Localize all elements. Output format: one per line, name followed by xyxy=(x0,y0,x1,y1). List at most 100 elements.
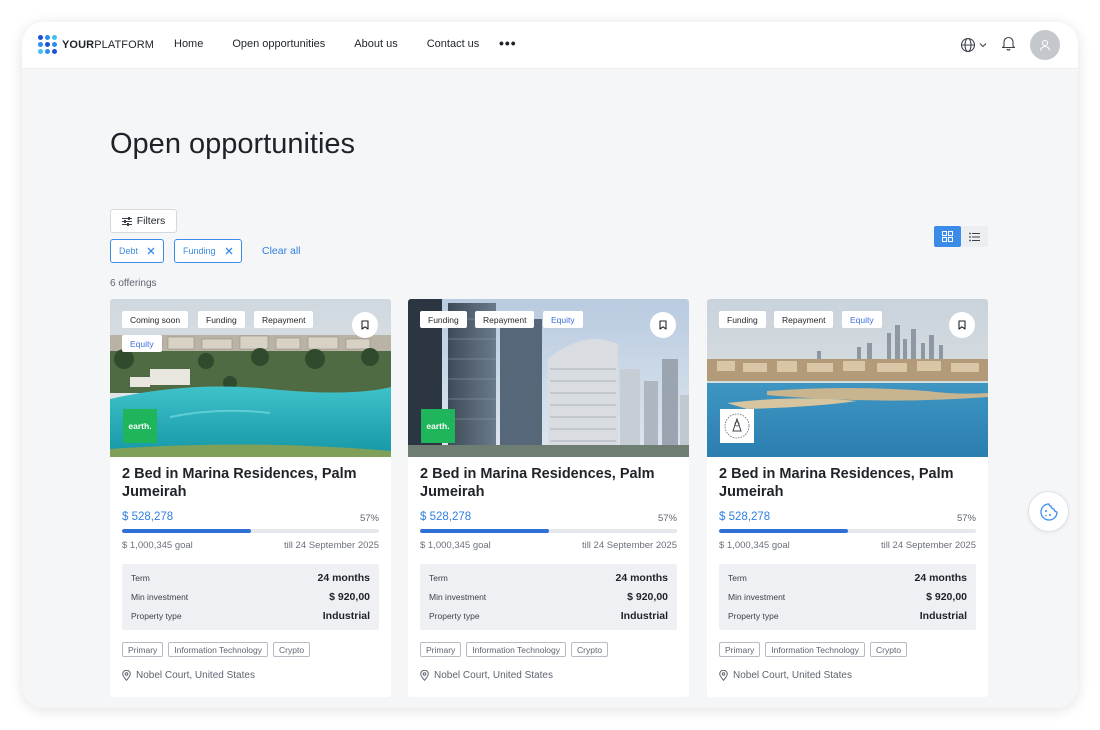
location-pin-icon xyxy=(420,670,429,681)
detail-value: Industrial xyxy=(919,610,967,622)
detail-value: $ 920,00 xyxy=(329,591,370,603)
clear-all-link[interactable]: Clear all xyxy=(262,245,301,257)
filter-icon xyxy=(121,216,132,226)
more-menu-icon[interactable]: ••• xyxy=(499,36,517,50)
nav-link-home[interactable]: Home xyxy=(174,38,203,50)
nav-link-open-opportunities[interactable]: Open opportunities xyxy=(232,38,325,50)
category-tag: Crypto xyxy=(870,642,908,657)
amount-raised: $ 528,278 xyxy=(420,511,472,523)
investment-details: Term 24 months Min investment $ 920,00 Pro… xyxy=(719,564,976,630)
investment-details: Term 24 months Min investment $ 920,00 Pro… xyxy=(420,564,677,630)
nav-actions xyxy=(960,30,1060,60)
status-tag: Repayment xyxy=(774,311,834,328)
progress-fill xyxy=(719,529,848,533)
card-title[interactable]: 2 Bed in Marina Residences, Palm Jumeira… xyxy=(719,465,979,501)
category-tags: Primary Information Technology Crypto xyxy=(122,642,311,657)
detail-value: 24 months xyxy=(615,572,668,584)
close-icon[interactable] xyxy=(225,247,233,255)
language-selector[interactable] xyxy=(960,37,987,53)
detail-value: $ 920,00 xyxy=(926,591,967,603)
user-avatar[interactable] xyxy=(1030,30,1060,60)
location-text: Nobel Court, United States xyxy=(733,670,852,681)
developer-emblem-icon xyxy=(724,413,750,439)
opportunity-card[interactable]: Funding Repayment Equity 2 Bed in Marina… xyxy=(707,299,988,697)
detail-value: 24 months xyxy=(317,572,370,584)
category-tag: Primary xyxy=(420,642,462,657)
detail-row-term: Term 24 months xyxy=(429,572,668,584)
user-icon xyxy=(1039,39,1051,51)
notifications-button[interactable] xyxy=(1001,35,1016,56)
filter-chip-debt[interactable]: Debt xyxy=(110,239,165,263)
location: Nobel Court, United States xyxy=(420,670,553,681)
bookmark-button[interactable] xyxy=(949,312,975,338)
card-title[interactable]: 2 Bed in Marina Residences, Palm Jumeira… xyxy=(420,465,680,501)
detail-row-property-type: Property type Industrial xyxy=(429,610,668,622)
detail-row-min-investment: Min investment $ 920,00 xyxy=(728,591,967,603)
funded-percent: 57% xyxy=(359,513,379,524)
detail-value: 24 months xyxy=(914,572,967,584)
deadline: till 24 September 2025 xyxy=(581,540,677,551)
offerings-count: 6 offerings xyxy=(110,278,157,289)
status-tag: Funding xyxy=(719,311,766,328)
platform-logo[interactable]: YOURPLATFORM xyxy=(38,35,154,55)
bookmark-button[interactable] xyxy=(650,312,676,338)
filters-label: Filters xyxy=(136,215,166,227)
location-pin-icon xyxy=(719,670,728,681)
developer-logo-text: earth. xyxy=(128,421,152,431)
detail-value: Industrial xyxy=(322,610,370,622)
category-tag: Information Technology xyxy=(466,642,567,657)
close-icon[interactable] xyxy=(147,247,155,255)
top-navigation: YOURPLATFORM Home Open opportunities Abo… xyxy=(22,22,1078,69)
detail-value: Industrial xyxy=(620,610,668,622)
opportunity-card[interactable]: Coming soon Funding Repayment Equity ear… xyxy=(110,299,391,697)
progress-fill xyxy=(122,529,251,533)
logo-icon xyxy=(38,35,58,55)
detail-row-term: Term 24 months xyxy=(131,572,370,584)
bookmark-icon xyxy=(659,320,667,330)
detail-label: Term xyxy=(429,573,448,583)
filters-button[interactable]: Filters xyxy=(110,209,177,233)
funding-progress-bar xyxy=(420,529,677,533)
nav-link-contact-us[interactable]: Contact us xyxy=(427,38,480,50)
category-tags: Primary Information Technology Crypto xyxy=(719,642,908,657)
cookie-icon xyxy=(1039,502,1058,521)
deadline: till 24 September 2025 xyxy=(283,540,379,551)
category-tag: Information Technology xyxy=(168,642,269,657)
detail-label: Property type xyxy=(728,611,779,621)
amount-raised: $ 528,278 xyxy=(719,511,771,523)
status-tag: Funding xyxy=(420,311,467,328)
developer-logo: earth. xyxy=(123,409,157,443)
location-text: Nobel Court, United States xyxy=(136,670,255,681)
page-title: Open opportunities xyxy=(110,128,356,160)
detail-value: $ 920,00 xyxy=(627,591,668,603)
chip-label: Funding xyxy=(183,246,216,256)
view-toggle xyxy=(934,226,988,247)
detail-label: Property type xyxy=(131,611,182,621)
grid-icon xyxy=(942,231,953,242)
category-tag: Crypto xyxy=(571,642,609,657)
bell-icon xyxy=(1001,36,1016,51)
card-title[interactable]: 2 Bed in Marina Residences, Palm Jumeira… xyxy=(122,465,382,501)
bookmark-button[interactable] xyxy=(352,312,378,338)
grid-view-button[interactable] xyxy=(934,226,961,247)
category-tag: Crypto xyxy=(273,642,311,657)
list-icon xyxy=(969,232,980,241)
property-image: Funding Repayment Equity earth. xyxy=(408,299,689,457)
detail-row-min-investment: Min investment $ 920,00 xyxy=(131,591,370,603)
status-tag: Repayment xyxy=(475,311,535,328)
location: Nobel Court, United States xyxy=(719,670,852,681)
opportunity-card[interactable]: Funding Repayment Equity earth. 2 Bed in… xyxy=(408,299,689,697)
nav-link-about-us[interactable]: About us xyxy=(354,38,397,50)
status-tag: Equity xyxy=(842,311,882,328)
deadline: till 24 September 2025 xyxy=(880,540,976,551)
developer-logo: earth. xyxy=(421,409,455,443)
bookmark-icon xyxy=(958,320,966,330)
detail-row-property-type: Property type Industrial xyxy=(728,610,967,622)
progress-fill xyxy=(420,529,549,533)
cookie-settings-button[interactable] xyxy=(1028,491,1069,532)
status-tag: Equity xyxy=(122,335,162,352)
filter-chip-funding[interactable]: Funding xyxy=(174,239,242,263)
chip-label: Debt xyxy=(119,246,139,256)
category-tag: Primary xyxy=(122,642,164,657)
list-view-button[interactable] xyxy=(961,226,988,247)
